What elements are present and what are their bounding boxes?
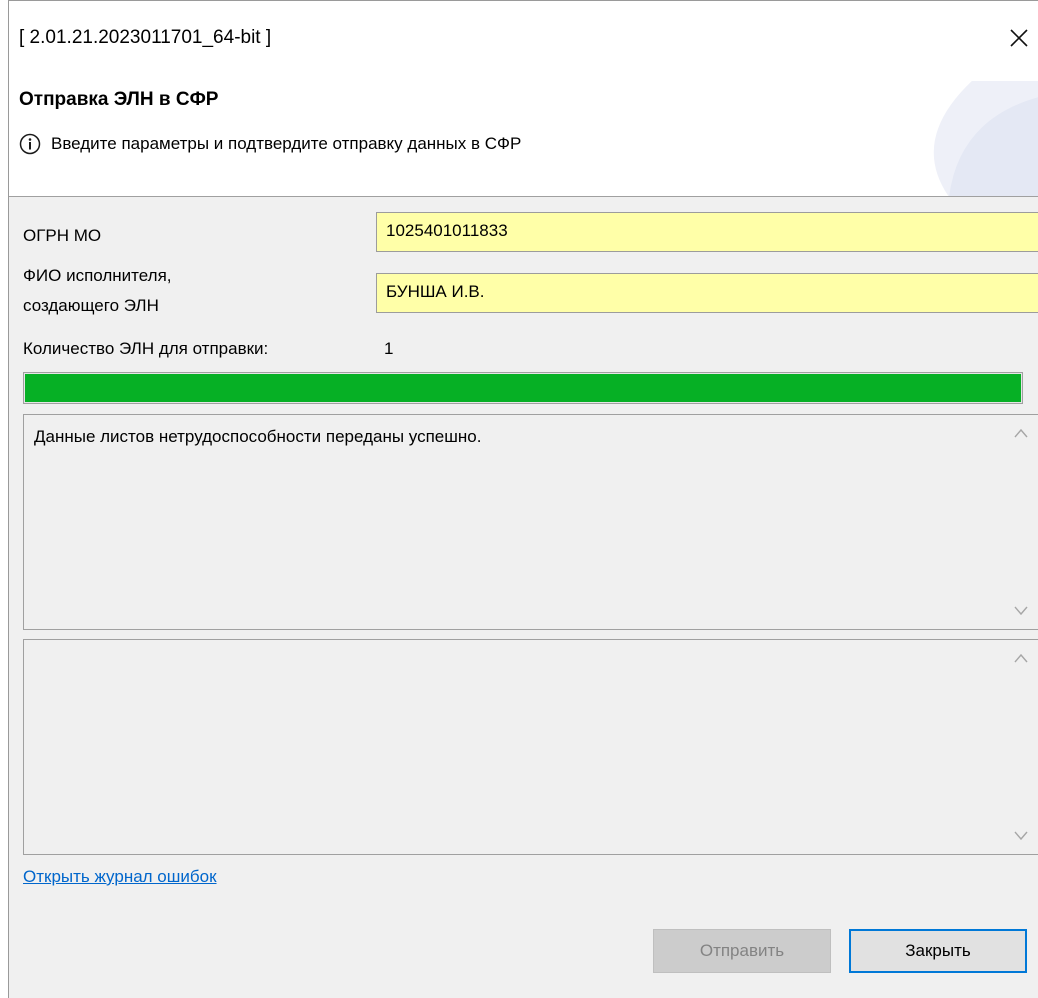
count-label: Количество ЭЛН для отправки: (23, 339, 269, 358)
scroll-down-icon[interactable] (1014, 831, 1028, 841)
status-message: Данные листов нетрудоспособности передан… (34, 427, 482, 446)
errors-log-scrollbar[interactable] (1004, 640, 1038, 854)
dialog-heading: Отправка ЭЛН в СФР (19, 89, 219, 110)
scroll-up-icon[interactable] (1014, 428, 1028, 438)
progress-bar (23, 372, 1023, 404)
header-decoration (933, 81, 1038, 196)
close-button[interactable]: Закрыть (849, 929, 1027, 973)
info-text: Введите параметры и подтвердите отправку… (51, 134, 522, 153)
ogrn-field[interactable]: 1025401011833 (376, 212, 1038, 252)
scroll-down-icon[interactable] (1014, 606, 1028, 616)
ogrn-label: ОГРН МО (23, 226, 102, 245)
executor-label-line1: ФИО исполнителя, (23, 266, 172, 285)
count-value: 1 (384, 339, 394, 358)
header-panel: Отправка ЭЛН в СФР Введите параметры и п… (9, 81, 1038, 197)
close-icon[interactable] (1006, 25, 1032, 51)
progress-fill (25, 374, 1021, 402)
info-icon (19, 133, 41, 155)
dialog-window: [ 2.01.21.2023011701_64-bit ] Отправка Э… (8, 0, 1038, 998)
open-error-log-link[interactable]: Открыть журнал ошибок (23, 867, 217, 887)
status-log[interactable]: Данные листов нетрудоспособности передан… (23, 414, 1038, 630)
status-log-scrollbar[interactable] (1004, 415, 1038, 629)
title-bar: [ 2.01.21.2023011701_64-bit ] (9, 1, 1038, 81)
errors-log[interactable] (23, 639, 1038, 855)
send-button[interactable]: Отправить (653, 929, 831, 973)
executor-field[interactable]: БУНША И.В. (376, 273, 1038, 313)
scroll-up-icon[interactable] (1014, 653, 1028, 663)
window-title: [ 2.01.21.2023011701_64-bit ] (19, 27, 272, 48)
executor-label-line2: создающего ЭЛН (23, 296, 159, 315)
info-row: Введите параметры и подтвердите отправку… (19, 133, 521, 155)
